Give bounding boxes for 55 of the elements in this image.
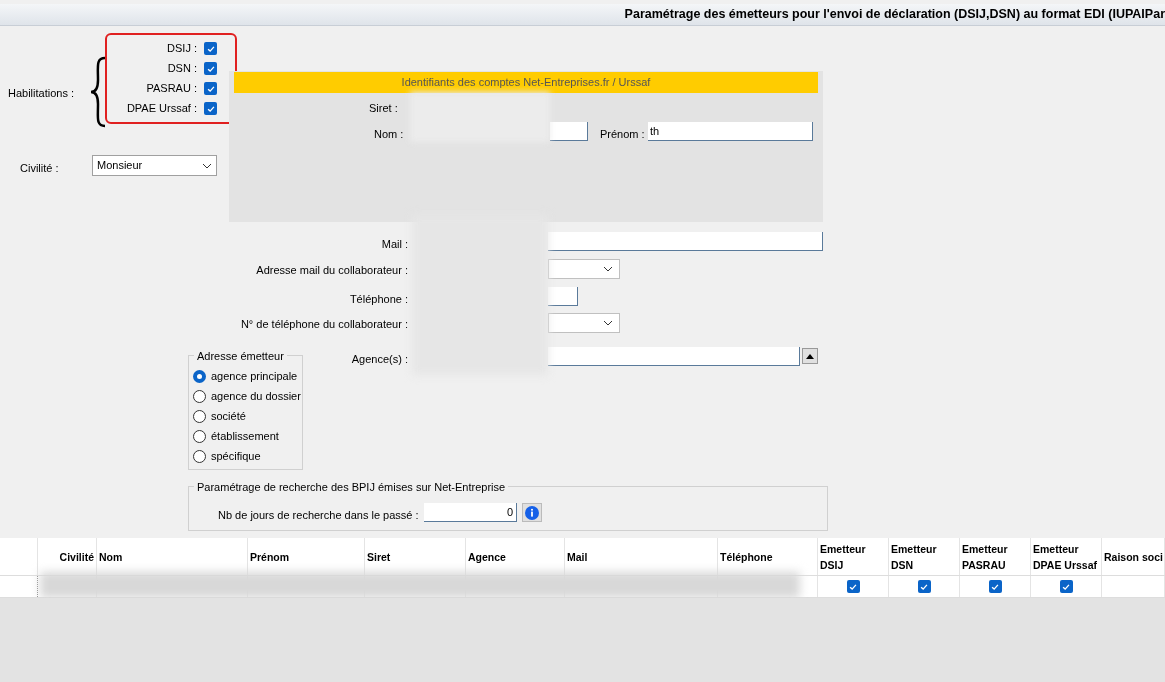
field-label: Nom : [374,127,404,142]
column-header[interactable]: Emetteur DSN [889,538,960,575]
column-header[interactable]: Raison soci [1102,538,1165,575]
panel-header: Identifiants des comptes Net-Entreprises.fr / Urssaf [234,72,818,93]
radio-button[interactable] [193,429,206,443]
field-label: Habilitations : [8,86,75,101]
checkbox[interactable] [1059,580,1073,593]
checkbox-label: DSIJ : [167,41,197,57]
checkbox[interactable] [204,62,217,75]
field-label: N° de téléphone du collaborateur : [240,317,408,332]
dropdown[interactable]: Monsieur [92,155,217,176]
input-field[interactable] [548,287,578,306]
checkbox-label: PASRAU : [146,81,197,97]
column-header[interactable]: Emetteur DSIJ [818,538,889,575]
radio-button[interactable] [193,409,206,423]
radio-option[interactable]: agence principale [193,369,301,383]
checkbox[interactable] [204,42,217,55]
chevron-down-icon [603,320,613,326]
field-label: Adresse mail du collaborateur : [256,263,408,278]
input-field[interactable]: th [648,122,813,141]
checkbox[interactable] [917,580,931,593]
input-field[interactable] [550,122,588,141]
radio-button[interactable] [193,449,206,463]
radio-button[interactable] [193,389,206,403]
input-field[interactable]: 0 [424,503,517,522]
field-label: Prénom : [600,127,645,142]
triangle-up-icon [806,353,814,359]
checkbox[interactable] [846,580,860,593]
radio-option[interactable]: agence du dossier [193,389,301,403]
field-label: Téléphone : [349,292,408,307]
info-icon [525,505,539,520]
brace-icon [88,56,108,128]
radio-button[interactable] [193,369,206,383]
checkbox[interactable] [988,580,1002,593]
radio-option[interactable]: établissement [193,429,301,443]
checkbox-label: DSN : [167,61,197,77]
radio-option[interactable]: spécifique [193,449,301,463]
field-label: Nb de jours de recherche dans le passé : [218,508,419,523]
field-label: Civilité : [20,161,59,176]
window-title: Paramétrage des émetteurs pour l'envoi de déclaration (DSIJ,DSN) au format EDI (IUPAIPar [624,6,1165,24]
input-field[interactable] [548,347,800,366]
checkbox[interactable] [204,82,217,95]
info-button[interactable] [522,503,542,522]
field-label: Agence(s) : [351,352,408,367]
chevron-down-icon [202,162,212,169]
scroll-up-button[interactable] [802,348,818,364]
radio-option[interactable]: société [193,409,301,423]
input-field[interactable] [548,232,823,251]
column-header[interactable]: Emetteur DPAE Urssaf [1031,538,1102,575]
checkbox-label: DPAE Urssaf : [126,101,197,117]
column-header[interactable]: Emetteur PASRAU [960,538,1031,575]
field-label: Mail : [381,237,408,252]
chevron-down-icon [603,266,613,272]
checkbox[interactable] [204,102,217,115]
field-label: Siret : [369,101,398,116]
